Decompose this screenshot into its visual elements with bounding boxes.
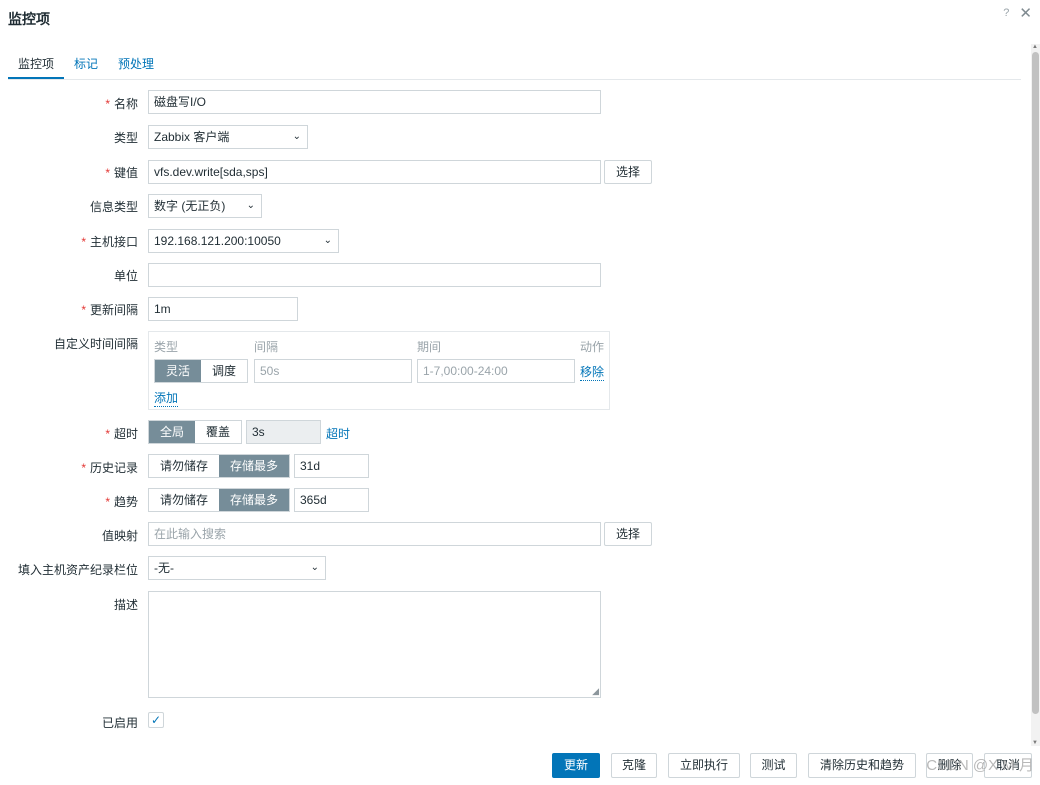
tab-preprocessing[interactable]: 预处理 (108, 52, 164, 79)
tab-tags[interactable]: 标记 (64, 52, 108, 79)
trends-nostore-option[interactable]: 请勿储存 (149, 489, 220, 511)
valuemap-select-button[interactable]: 选择 (604, 522, 652, 546)
history-nostore-option[interactable]: 请勿储存 (149, 455, 220, 477)
header-icons: ? ✕ (1003, 4, 1032, 22)
interval-input[interactable]: 50s (254, 359, 412, 383)
history-input[interactable]: 31d (294, 454, 369, 478)
key-select-button[interactable]: 选择 (604, 160, 652, 184)
resize-handle-icon[interactable]: ◢ (592, 686, 599, 697)
scroll-down-icon[interactable]: ▼ (1032, 740, 1038, 746)
help-icon[interactable]: ? (1003, 7, 1009, 19)
scrollbar-thumb[interactable] (1032, 52, 1039, 714)
description-textarea[interactable]: ◢ (148, 591, 601, 698)
description-label: 描述 (113, 598, 138, 612)
inventory-value: -无- (154, 561, 174, 575)
timeout-label: 超时 (105, 425, 138, 442)
tab-bar: 监控项 标记 预处理 (8, 52, 1021, 80)
col-interval-header: 间隔 (254, 340, 279, 354)
history-label: 历史记录 (81, 459, 138, 476)
test-button[interactable]: 测试 (750, 753, 797, 778)
info-type-label: 信息类型 (89, 200, 138, 214)
inventory-select[interactable]: -无- ⌄ (148, 556, 326, 580)
key-label: 键值 (105, 164, 138, 181)
update-interval-input[interactable]: 1m (148, 297, 298, 321)
timeout-input: 3s (246, 420, 321, 444)
clone-button[interactable]: 克隆 (611, 753, 657, 778)
valuemap-input[interactable]: 在此输入搜索 (148, 522, 601, 546)
type-select-value: Zabbix 客户端 (154, 130, 230, 144)
info-type-select[interactable]: 数字 (无正负) ⌄ (148, 194, 262, 218)
execute-now-button[interactable]: 立即执行 (668, 753, 740, 778)
update-button[interactable]: 更新 (552, 753, 600, 778)
type-label: 类型 (113, 131, 138, 145)
dialog-title: 监控项 (8, 11, 50, 27)
enabled-checkbox[interactable]: ✓ (148, 712, 164, 728)
col-period-header: 期间 (417, 340, 442, 354)
tab-item[interactable]: 监控项 (8, 52, 65, 79)
trends-store-option[interactable]: 存储最多 (219, 489, 290, 511)
scroll-up-icon[interactable]: ▲ (1032, 44, 1038, 50)
units-input[interactable] (148, 263, 601, 287)
type-select[interactable]: Zabbix 客户端 ⌄ (148, 125, 308, 149)
scheduling-option[interactable]: 调度 (201, 360, 248, 382)
name-label: 名称 (105, 95, 138, 112)
host-interface-select[interactable]: 192.168.121.200:10050 ⌄ (148, 229, 339, 253)
inventory-label: 填入主机资产纪录栏位 (17, 563, 138, 577)
custom-intervals-table: 类型 间隔 期间 动作 灵活 调度 50s 1-7,00:00-24:00 移除… (148, 331, 610, 410)
custom-intervals-label: 自定义时间间隔 (53, 337, 138, 351)
host-interface-label: 主机接口 (81, 233, 138, 250)
units-label: 单位 (113, 269, 138, 283)
clear-history-button[interactable]: 清除历史和趋势 (808, 753, 916, 778)
trends-input[interactable]: 365d (294, 488, 369, 512)
chevron-down-icon: ⌄ (292, 131, 301, 142)
scrollbar[interactable]: ▲ ▼ (1031, 44, 1040, 746)
info-type-value: 数字 (无正负) (154, 199, 226, 213)
period-input[interactable]: 1-7,00:00-24:00 (417, 359, 575, 383)
update-interval-label: 更新间隔 (81, 301, 138, 318)
timeout-toggle: 全局 覆盖 (148, 420, 243, 444)
timeout-link[interactable]: 超时 (326, 425, 350, 442)
timeout-global-option[interactable]: 全局 (149, 421, 196, 443)
trends-label: 趋势 (105, 493, 138, 510)
col-type-header: 类型 (154, 340, 179, 354)
host-interface-value: 192.168.121.200:10050 (154, 234, 281, 248)
col-action-header: 动作 (580, 340, 605, 354)
chevron-down-icon: ⌄ (310, 562, 319, 573)
flexible-option[interactable]: 灵活 (155, 360, 202, 382)
interval-type-toggle: 灵活 调度 (154, 359, 249, 383)
enabled-label: 已启用 (101, 716, 138, 730)
add-link[interactable]: 添加 (154, 389, 179, 407)
timeout-override-option[interactable]: 覆盖 (195, 421, 242, 443)
check-icon: ✓ (150, 713, 162, 727)
history-store-option[interactable]: 存储最多 (219, 455, 290, 477)
chevron-down-icon: ⌄ (323, 235, 332, 246)
key-input[interactable]: vfs.dev.write[sda,sps] (148, 160, 601, 184)
watermark: CSDN @X M 月 (926, 757, 1034, 774)
remove-link[interactable]: 移除 (580, 363, 605, 381)
history-toggle: 请勿储存 存储最多 (148, 454, 291, 478)
trends-toggle: 请勿储存 存储最多 (148, 488, 291, 512)
close-icon[interactable]: ✕ (1019, 4, 1032, 22)
chevron-down-icon: ⌄ (246, 200, 255, 211)
valuemap-label: 值映射 (101, 529, 138, 543)
name-input[interactable]: 磁盘写I/O (148, 90, 601, 114)
